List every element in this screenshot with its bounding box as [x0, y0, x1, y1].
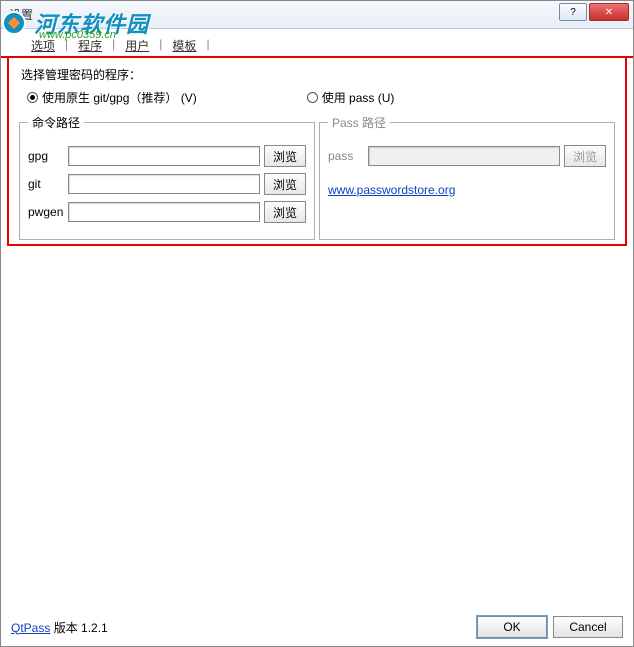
pass-path-input: [368, 146, 560, 166]
pwgen-path-input[interactable]: [68, 202, 260, 222]
cancel-button[interactable]: Cancel: [553, 616, 623, 638]
radio-use-native[interactable]: 使用原生 git/gpg（推荐） (V): [27, 89, 197, 106]
tab-bar: 选项 | 程序 | 用户 | 模板 |: [1, 29, 633, 58]
git-browse-button[interactable]: 浏览: [264, 173, 306, 195]
groupbox-command-legend: 命令路径: [28, 114, 84, 131]
titlebar: 设置 ? ✕: [1, 1, 633, 29]
gpg-path-input[interactable]: [68, 146, 260, 166]
help-button[interactable]: ?: [559, 3, 587, 21]
git-label: git: [28, 177, 64, 191]
help-icon: ?: [570, 7, 576, 18]
dialog-footer: QtPass 版本 1.2.1 OK Cancel: [11, 616, 623, 638]
close-icon: ✕: [605, 7, 613, 18]
tab-users[interactable]: 用户: [115, 35, 159, 56]
pass-label: pass: [328, 149, 364, 163]
radio-pass-label: 使用 pass (U): [322, 89, 395, 106]
radio-native-label: 使用原生 git/gpg（推荐） (V): [42, 89, 197, 106]
tab-templates[interactable]: 模板: [162, 35, 206, 56]
passwordstore-link[interactable]: www.passwordstore.org: [328, 183, 455, 197]
radio-icon: [307, 92, 318, 103]
close-button[interactable]: ✕: [589, 3, 629, 21]
content-panel: 选择管理密码的程序： 使用原生 git/gpg（推荐） (V) 使用 pass …: [7, 58, 627, 246]
groupbox-command-paths: 命令路径 gpg 浏览 git 浏览 pwgen 浏览: [19, 114, 315, 240]
version-number: 版本 1.2.1: [50, 621, 107, 635]
version-text: QtPass 版本 1.2.1: [11, 619, 108, 636]
pwgen-label: pwgen: [28, 205, 64, 219]
pwgen-browse-button[interactable]: 浏览: [264, 201, 306, 223]
radio-icon: [27, 92, 38, 103]
window-title: 设置: [5, 6, 33, 23]
ok-button[interactable]: OK: [477, 616, 547, 638]
gpg-label: gpg: [28, 149, 64, 163]
tab-programs[interactable]: 程序: [68, 35, 112, 56]
qtpass-link[interactable]: QtPass: [11, 621, 50, 635]
groupbox-pass-path: Pass 路径 pass 浏览 www.passwordstore.org: [319, 114, 615, 240]
radio-use-pass[interactable]: 使用 pass (U): [307, 89, 395, 106]
section-header: 选择管理密码的程序：: [21, 66, 615, 83]
tab-options[interactable]: 选项: [21, 35, 65, 56]
groupbox-pass-legend: Pass 路径: [328, 114, 390, 131]
git-path-input[interactable]: [68, 174, 260, 194]
tab-separator: |: [206, 35, 209, 56]
gpg-browse-button[interactable]: 浏览: [264, 145, 306, 167]
pass-browse-button: 浏览: [564, 145, 606, 167]
dialog-frame: 设置 ? ✕ 河东软件园 www.pc0359.cn 选项 | 程序 | 用户 …: [0, 0, 634, 647]
